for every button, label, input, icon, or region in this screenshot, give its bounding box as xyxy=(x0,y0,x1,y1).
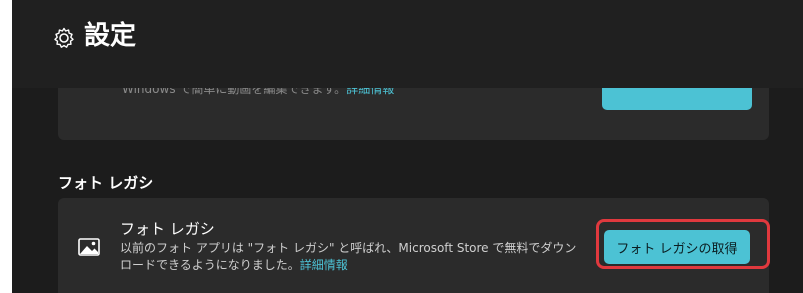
section-title: フォト レガシ xyxy=(58,174,154,192)
photo-legacy-card: フォト レガシ 以前のフォト アプリは "フォト レガシ" と呼ばれ、Micro… xyxy=(58,198,769,293)
window-edge xyxy=(0,0,12,293)
previous-card-learn-more-link[interactable]: 詳細情報 xyxy=(346,88,394,96)
previous-card-description: Windows で簡単に動画を編集できます。詳細情報 xyxy=(122,88,394,96)
photo-legacy-title: フォト レガシ xyxy=(120,220,215,238)
image-icon xyxy=(78,238,100,256)
learn-more-link[interactable]: 詳細情報 xyxy=(300,258,348,272)
previous-card-button[interactable] xyxy=(602,88,752,110)
previous-card: Windows で簡単に動画を編集できます。詳細情報 xyxy=(58,88,769,140)
gear-icon xyxy=(54,27,74,48)
get-photo-legacy-button[interactable]: フォト レガシの取得 xyxy=(604,230,750,264)
page-title: 設定 xyxy=(84,21,137,51)
photo-legacy-description: 以前のフォト アプリは "フォト レガシ" と呼ばれ、Microsoft Sto… xyxy=(120,241,577,272)
